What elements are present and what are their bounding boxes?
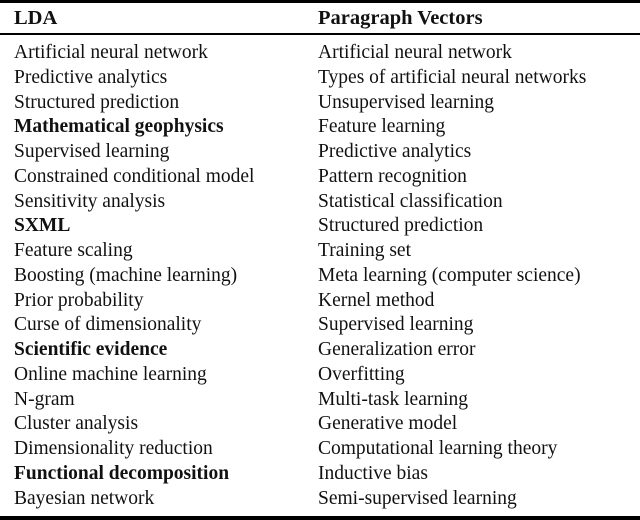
- column-header-paragraph-vectors: Paragraph Vectors: [318, 7, 483, 29]
- table-cell: Boosting (machine learning): [14, 264, 238, 286]
- table-cell: Supervised learning: [318, 314, 474, 336]
- table-cell: Cluster analysis: [14, 413, 139, 435]
- lda-column: Artificial neural network Predictive anal…: [14, 41, 254, 511]
- table-cell: Scientific evidence: [14, 339, 168, 360]
- table-cell: Supervised learning: [14, 141, 170, 162]
- table-header-rule: [0, 33, 640, 35]
- table-cell: Overfitting: [318, 363, 405, 385]
- table-bottom-rule: [0, 516, 640, 520]
- table-cell: Unsupervised learning: [318, 91, 494, 113]
- table-cell: Artificial neural network: [318, 42, 512, 63]
- table-cell: Training set: [318, 240, 411, 261]
- table-cell: Types of artificial neural networks: [318, 66, 587, 88]
- table-cell: Dimensionality reduction: [14, 438, 213, 459]
- table-cell: Mathematical geophysics: [14, 116, 224, 138]
- table-cell: Inductive bias: [318, 462, 428, 484]
- table-cell: Prior probability: [14, 289, 144, 311]
- paragraph-vectors-column: Artificial neural network Types of artifi…: [318, 41, 586, 511]
- table-cell: Feature learning: [318, 116, 446, 138]
- column-header-lda: LDA: [14, 7, 58, 29]
- table-cell: Structured prediction: [318, 215, 484, 237]
- table-cell: N-gram: [14, 388, 75, 410]
- table-cell: Sensitivity analysis: [14, 190, 166, 212]
- table-cell: Curse of dimensionality: [14, 314, 202, 336]
- table-cell: Meta learning (computer science): [318, 264, 581, 286]
- table-cell: Bayesian network: [14, 487, 155, 509]
- table-cell: Pattern recognition: [318, 165, 467, 187]
- table-cell: Artificial neural network: [14, 42, 208, 63]
- table-cell: Computational learning theory: [318, 438, 558, 459]
- table-cell: Statistical classification: [318, 190, 503, 212]
- table-cell: Predictive analytics: [14, 66, 168, 88]
- table-cell: Kernel method: [318, 289, 435, 311]
- table-cell: Predictive analytics: [318, 141, 472, 162]
- table-cell: Constrained conditional model: [14, 165, 255, 187]
- table-cell: Semi-supervised learning: [318, 487, 517, 509]
- table-cell: Online machine learning: [14, 363, 207, 385]
- table-cell: Generalization error: [318, 339, 476, 360]
- table-cell: Feature scaling: [14, 240, 133, 261]
- table-cell: Functional decomposition: [14, 462, 230, 484]
- table-cell: SXML: [14, 215, 71, 237]
- table-cell: Structured prediction: [14, 91, 180, 113]
- table-cell: Multi-task learning: [318, 388, 469, 410]
- table-cell: Generative model: [318, 413, 458, 435]
- table-top-rule: [0, 0, 640, 3]
